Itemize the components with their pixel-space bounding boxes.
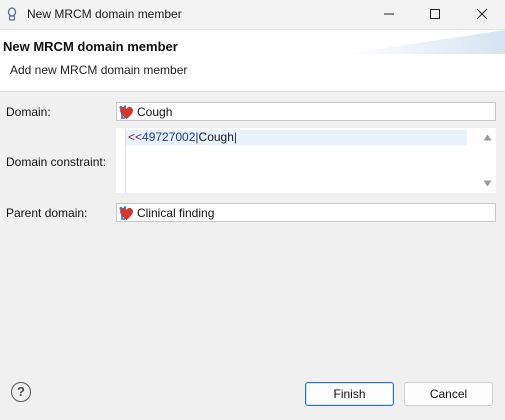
constraint-term: Cough	[198, 130, 234, 144]
parent-domain-field[interactable]: Clinical finding	[116, 203, 496, 222]
parent-domain-label: Parent domain:	[6, 206, 88, 220]
window-title: New MRCM domain member	[27, 7, 182, 21]
vertical-scrollbar[interactable]	[479, 128, 496, 193]
banner-decoration	[345, 30, 505, 54]
domain-label: Domain:	[6, 105, 51, 119]
constraint-operator: <<	[128, 130, 143, 144]
domain-value: Cough	[137, 105, 173, 119]
button-bar: ? Finish Cancel	[0, 362, 505, 420]
domain-field[interactable]: Cough	[116, 102, 496, 121]
editor-gutter	[116, 128, 126, 193]
minimize-icon	[384, 13, 394, 15]
constraint-separator-end: |	[233, 130, 238, 144]
scroll-down-icon[interactable]	[483, 180, 492, 187]
domain-constraint-label: Domain constraint:	[6, 155, 107, 169]
maximize-button[interactable]	[412, 0, 458, 29]
constraint-concept-id: 49727002	[142, 130, 196, 144]
cancel-button[interactable]: Cancel	[404, 382, 493, 406]
close-icon	[476, 8, 488, 20]
domain-constraint-editor[interactable]: <<49727002|Cough|	[116, 128, 496, 193]
help-button[interactable]: ?	[11, 382, 31, 402]
app-icon	[7, 7, 17, 21]
parent-domain-value: Clinical finding	[137, 206, 215, 220]
finish-button[interactable]: Finish	[305, 382, 394, 406]
clinical-finding-icon	[119, 206, 133, 220]
banner-title: New MRCM domain member	[3, 39, 178, 54]
form-area: Domain: Cough Domain constraint: <<49727…	[0, 91, 505, 362]
maximize-icon	[430, 9, 440, 19]
constraint-expression[interactable]: <<49727002|Cough|	[128, 130, 237, 145]
title-bar: New MRCM domain member	[0, 0, 505, 30]
clinical-finding-icon	[119, 105, 133, 119]
close-button[interactable]	[459, 0, 505, 29]
scroll-up-icon[interactable]	[483, 134, 492, 141]
minimize-button[interactable]	[366, 0, 412, 29]
banner-subtitle: Add new MRCM domain member	[10, 63, 188, 77]
wizard-banner: New MRCM domain member Add new MRCM doma…	[0, 30, 505, 85]
